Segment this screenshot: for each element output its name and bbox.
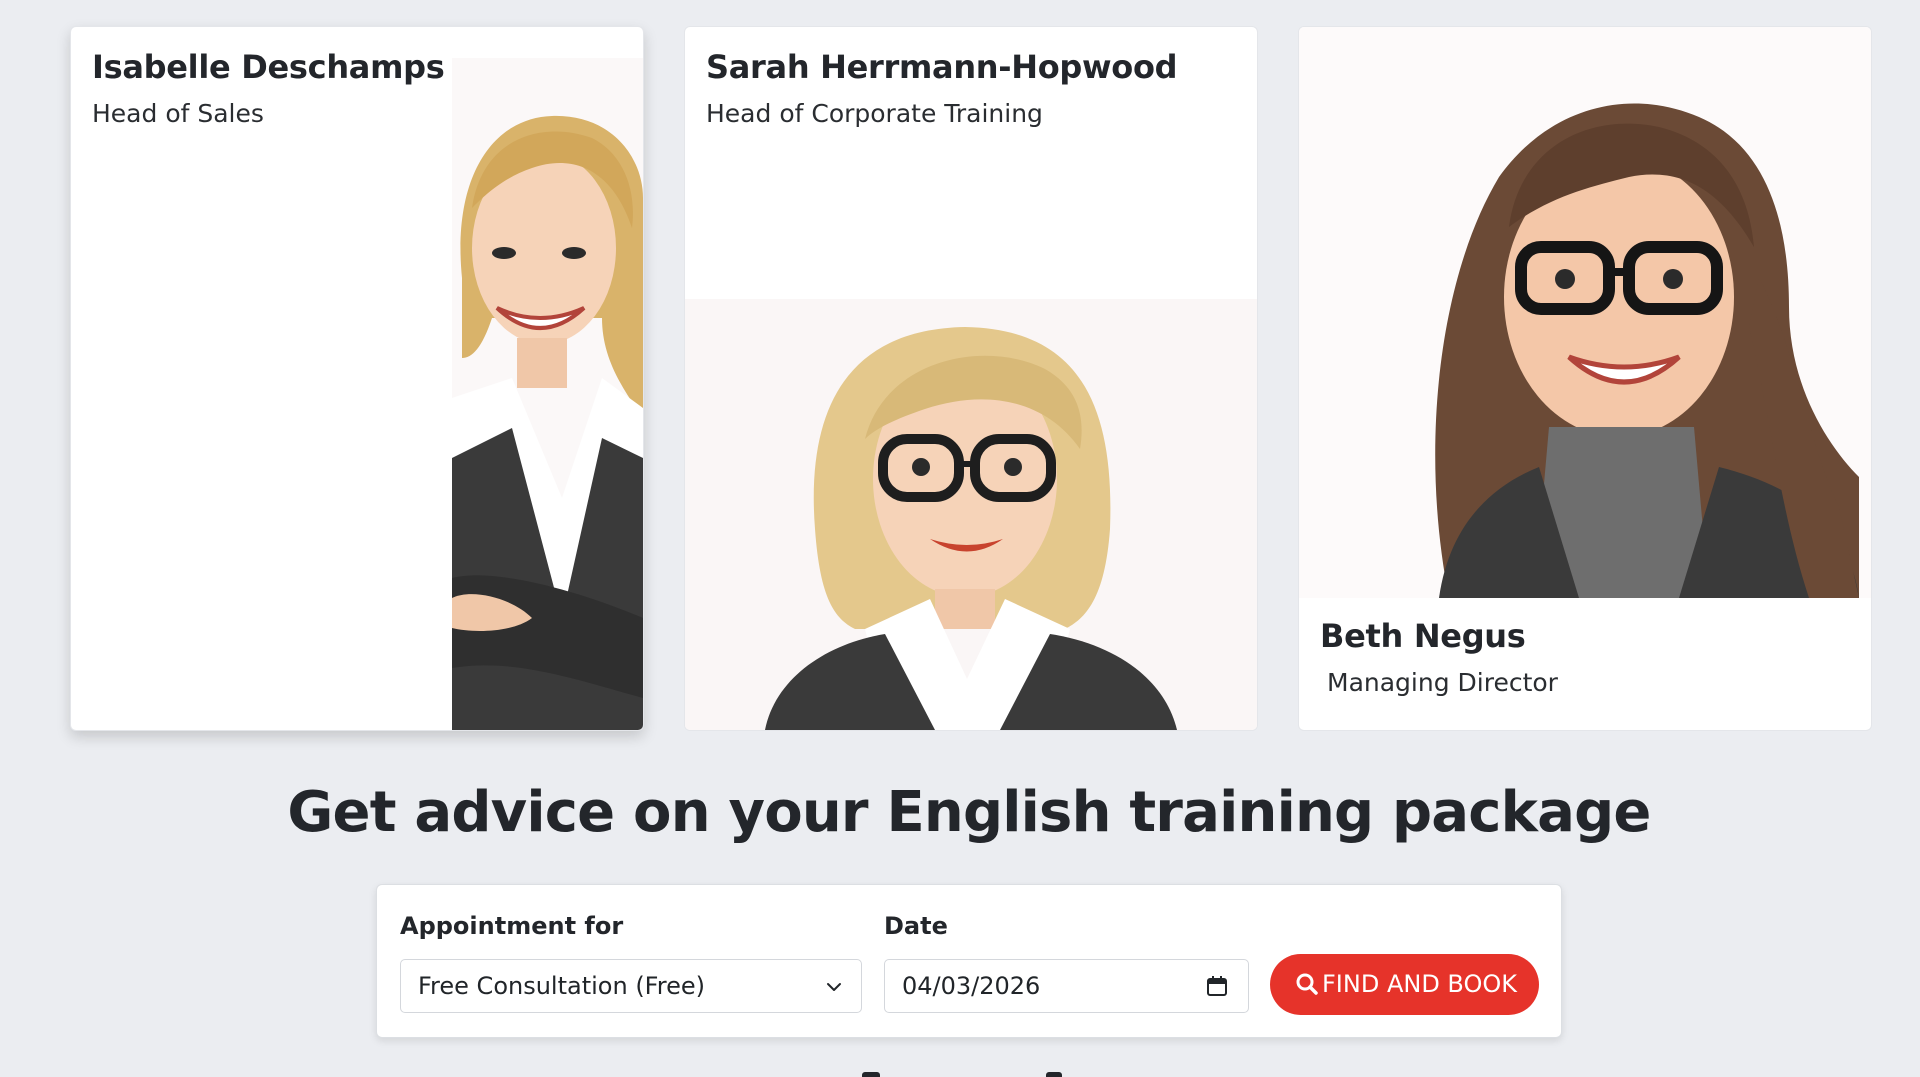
member-name: Isabelle Deschamps — [92, 48, 445, 86]
appointment-label: Appointment for — [400, 912, 624, 940]
next-section-heading-peek — [0, 1062, 1920, 1077]
member-name: Sarah Herrmann-Hopwood — [706, 48, 1178, 86]
find-and-book-button[interactable]: FIND AND BOOK — [1270, 954, 1539, 1015]
chevron-down-icon — [827, 983, 841, 991]
portrait-image — [452, 58, 643, 730]
booking-heading: Get advice on your English training pack… — [287, 780, 1651, 845]
search-icon — [1296, 973, 1318, 995]
appointment-select[interactable]: Free Consultation (Free) — [400, 959, 862, 1013]
date-label: Date — [884, 912, 948, 940]
member-role: Head of Corporate Training — [706, 99, 1043, 128]
portrait-illustration — [1435, 103, 1859, 598]
member-name: Beth Negus — [1320, 617, 1526, 655]
team-card-beth-negus[interactable]: Beth Negus Managing Director — [1298, 26, 1872, 731]
appointment-select-value: Free Consultation (Free) — [418, 972, 705, 1000]
find-and-book-label: FIND AND BOOK — [1322, 970, 1517, 998]
calendar-icon[interactable] — [1206, 975, 1228, 997]
portrait-image — [685, 299, 1257, 730]
date-input-value: 04/03/2026 — [902, 972, 1041, 1000]
portrait-image — [1299, 27, 1871, 598]
member-role: Managing Director — [1327, 668, 1558, 697]
team-card-isabelle-deschamps[interactable]: Isabelle Deschamps Head of Sales — [70, 26, 644, 731]
team-card-sarah-herrmann-hopwood[interactable]: Sarah Herrmann-Hopwood Head of Corporate… — [684, 26, 1258, 731]
date-input[interactable]: 04/03/2026 — [884, 959, 1249, 1013]
portrait-illustration — [765, 327, 1177, 730]
portrait-illustration — [452, 115, 643, 730]
member-role: Head of Sales — [92, 99, 264, 128]
booking-form: Appointment for Date Free Consultation (… — [376, 884, 1562, 1038]
